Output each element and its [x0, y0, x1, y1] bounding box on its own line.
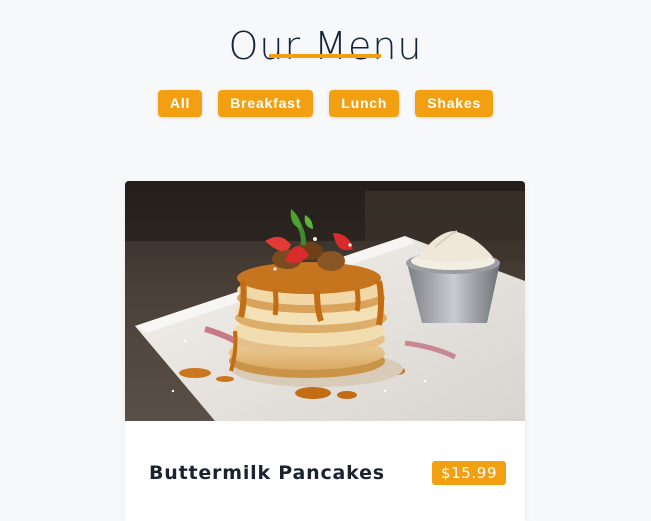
- filter-bar: All Breakfast Lunch Shakes: [0, 90, 651, 117]
- menu-item-card: Buttermilk Pancakes $15.99: [125, 181, 525, 521]
- filter-button-shakes[interactable]: Shakes: [415, 90, 494, 117]
- title-underline: [269, 54, 381, 58]
- menu-item-photo: [125, 181, 525, 421]
- filter-button-breakfast[interactable]: Breakfast: [218, 90, 314, 117]
- page-title: Our Menu: [228, 24, 423, 69]
- menu-item-name: Buttermilk Pancakes: [149, 462, 385, 484]
- filter-button-all[interactable]: All: [157, 90, 203, 117]
- filter-button-lunch[interactable]: Lunch: [329, 90, 400, 117]
- menu-item-price: $15.99: [432, 461, 507, 485]
